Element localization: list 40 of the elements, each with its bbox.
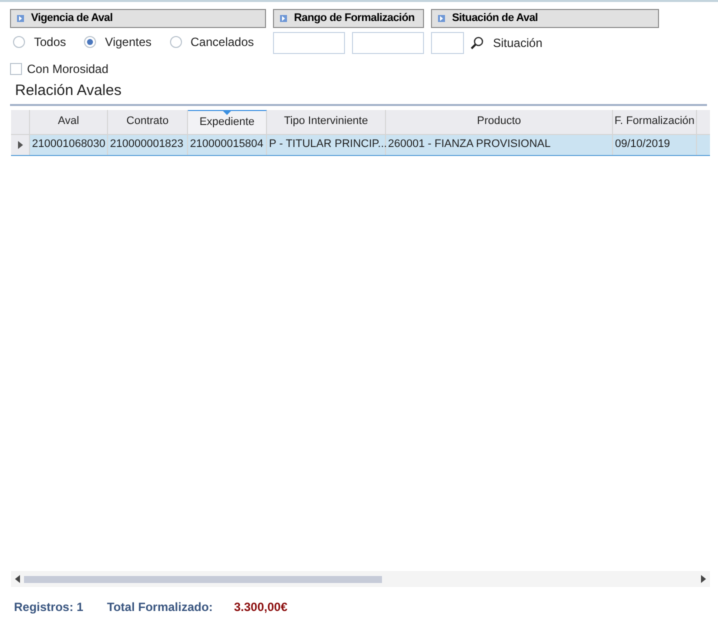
table-cell: 210000001823: [108, 134, 188, 154]
table-cell: 210000015804: [188, 134, 267, 154]
scroll-right-icon[interactable]: [701, 575, 706, 583]
panel-header[interactable]: Situación de Aval: [431, 9, 659, 28]
record-count: Registros: 1: [14, 599, 84, 616]
table-row[interactable]: 210001068030 210000001823 210000015804 P - TITULAR PRINCIP...260001 - FIANZA PROVISIONAL 09/10/2019: [11, 134, 710, 156]
panel-header[interactable]: Vigencia de Aval: [10, 9, 266, 28]
total-value: 3.300,00€: [234, 599, 288, 616]
sort-icon: [223, 110, 231, 114]
search-icon[interactable]: [470, 36, 484, 50]
total-label: Total Formalizado:: [107, 599, 214, 616]
table-cell: P - TITULAR PRINCIP...: [267, 134, 386, 154]
column-header[interactable]: Producto: [386, 110, 613, 134]
panel-header[interactable]: Rango de Formalización: [273, 9, 424, 28]
scroll-left-icon[interactable]: [15, 575, 20, 583]
column-header[interactable]: F. Formalización: [613, 110, 697, 134]
table-cell: 09/10/2019: [613, 134, 697, 154]
date-field[interactable]: [352, 32, 424, 54]
column-header[interactable]: Expediente: [188, 110, 267, 134]
panel-title: Vigencia de Aval: [31, 11, 113, 26]
row-pointer-icon: [18, 140, 22, 148]
date-field[interactable]: [273, 32, 345, 54]
radio-option[interactable]: Vigentes: [84, 33, 152, 51]
table-cell: 210001068030: [30, 134, 108, 154]
column-header[interactable]: Aval: [30, 110, 108, 134]
table-cell: 260001 - FIANZA PROVISIONAL: [386, 134, 613, 154]
scroll-thumb[interactable]: [24, 576, 382, 582]
code-field[interactable]: [431, 32, 464, 54]
checkbox[interactable]: Con Morosidad: [10, 60, 266, 78]
radio-option[interactable]: Todos: [13, 33, 66, 51]
expand-icon: [17, 15, 24, 22]
expand-icon: [438, 15, 445, 22]
expand-icon: [280, 15, 287, 22]
panel-title: Situación de Aval: [452, 11, 538, 26]
column-header[interactable]: Tipo Interviniente: [267, 110, 386, 134]
panel-title: Rango de Formalización: [294, 11, 415, 26]
situacion-label: Situación: [493, 35, 542, 52]
radio-option[interactable]: Cancelados: [170, 33, 254, 51]
section-title: Relación Avales: [15, 82, 122, 99]
horizontal-scrollbar[interactable]: [11, 571, 710, 587]
